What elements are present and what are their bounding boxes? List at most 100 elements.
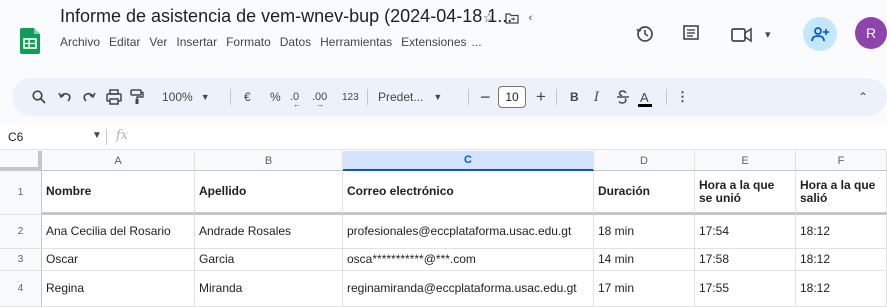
font-family-select[interactable]: Predet... ▼: [378, 78, 442, 116]
select-all-corner[interactable]: [0, 151, 42, 171]
table-cell[interactable]: profesionales@eccplataforma.usac.edu.gt: [343, 215, 594, 249]
table-cell[interactable]: 18:12: [796, 249, 887, 271]
toolbar-divider: [468, 89, 469, 105]
meet-dropdown-icon[interactable]: ▾: [765, 28, 771, 41]
strikethrough-icon[interactable]: [616, 90, 630, 104]
cloud-status-icon[interactable]: ‹: [529, 12, 533, 24]
row-header-2[interactable]: 2: [0, 215, 42, 249]
star-icon[interactable]: ☆: [483, 10, 495, 26]
table-cell[interactable]: osca***********@***.com: [343, 249, 594, 271]
text-color-swatch: [638, 104, 652, 107]
menu-ver[interactable]: Ver: [149, 35, 167, 49]
table-cell[interactable]: Correo electrónico: [343, 171, 594, 215]
increase-decimal-button[interactable]: .00 →: [312, 78, 327, 116]
italic-button[interactable]: I: [594, 78, 599, 116]
table-cell[interactable]: Andrade Rosales: [195, 215, 343, 249]
table-cell[interactable]: Nombre: [42, 171, 195, 215]
sheets-logo-icon[interactable]: [20, 28, 40, 54]
number-format-button[interactable]: 123: [342, 78, 359, 116]
menu-editar[interactable]: Editar: [109, 35, 140, 49]
menu-archivo[interactable]: Archivo: [60, 35, 100, 49]
menu-more[interactable]: ...: [472, 35, 482, 49]
percent-label: %: [270, 90, 281, 104]
increase-font-size-button[interactable]: +: [536, 78, 546, 116]
menu-datos[interactable]: Datos: [280, 35, 311, 49]
undo-icon[interactable]: [58, 90, 72, 104]
row-header-4[interactable]: 4: [0, 271, 42, 307]
toolbar-divider: [230, 89, 231, 105]
formula-bar: C6 ▼ fx: [0, 124, 887, 150]
table-cell[interactable]: 17 min: [594, 271, 695, 307]
menu-insertar[interactable]: Insertar: [176, 35, 217, 49]
table-cell[interactable]: Ana Cecilia del Rosario: [42, 215, 195, 249]
column-header-a[interactable]: A: [42, 151, 195, 171]
decrease-font-size-button[interactable]: −: [480, 78, 491, 116]
chevron-down-icon[interactable]: ▼: [92, 130, 102, 141]
table-cell[interactable]: 18:12: [796, 271, 887, 307]
toolbar: 100% ▼ € % .0 ← .00 → 123 Predet... ▼ − …: [12, 78, 887, 116]
column-header-e[interactable]: E: [695, 151, 796, 171]
paint-format-icon[interactable]: [130, 89, 144, 105]
menu-formato[interactable]: Formato: [226, 35, 271, 49]
history-icon[interactable]: [636, 25, 654, 43]
column-header-d[interactable]: D: [594, 151, 695, 171]
meet-video-icon[interactable]: [731, 27, 755, 43]
text-color-button[interactable]: A: [638, 78, 652, 116]
font-family-value: Predet...: [378, 90, 424, 104]
collapse-menu-icon[interactable]: ⌃: [858, 78, 868, 116]
add-person-icon: [811, 27, 829, 42]
more-options-icon[interactable]: ⋮: [676, 78, 689, 116]
zoom-select[interactable]: 100% ▼: [162, 78, 210, 116]
row-header-1[interactable]: 1: [0, 171, 42, 215]
number-format-label: 123: [342, 91, 359, 103]
avatar[interactable]: R: [855, 17, 887, 49]
table-cell[interactable]: Apellido: [195, 171, 343, 215]
table-cell[interactable]: 17:55: [695, 271, 796, 307]
search-menus-icon[interactable]: [32, 90, 46, 104]
table-cell[interactable]: 17:58: [695, 249, 796, 271]
move-folder-icon[interactable]: [505, 12, 519, 24]
menu-bar: Archivo Editar Ver Insertar Formato Dato…: [60, 35, 482, 49]
arrow-right-icon: →: [316, 100, 324, 109]
spreadsheet-grid: A B C D E F 1 Nombre Apellido Correo ele…: [0, 151, 887, 307]
percent-format-button[interactable]: %: [270, 78, 281, 116]
table-cell[interactable]: Duración: [594, 171, 695, 215]
table-cell[interactable]: 17:54: [695, 215, 796, 249]
arrow-left-icon: ←: [293, 100, 301, 109]
table-cell[interactable]: Oscar: [42, 249, 195, 271]
table-cell[interactable]: Regina: [42, 271, 195, 307]
name-box[interactable]: C6: [8, 130, 23, 144]
bold-label: B: [570, 90, 579, 104]
title-bar: Informe de asistencia de vem-wnev-bup (2…: [0, 0, 887, 64]
redo-icon[interactable]: [82, 90, 96, 104]
print-icon[interactable]: [106, 89, 122, 105]
table-cell[interactable]: 18 min: [594, 215, 695, 249]
chevron-down-icon: ▼: [200, 92, 210, 102]
toolbar-divider: [367, 89, 368, 105]
menu-herramientas[interactable]: Herramientas: [320, 35, 392, 49]
table-cell[interactable]: reginamiranda@eccplataforma.usac.edu.gt: [343, 271, 594, 307]
bold-button[interactable]: B: [570, 78, 579, 116]
menu-extensiones[interactable]: Extensiones: [401, 35, 466, 49]
toolbar-divider: [556, 89, 557, 105]
text-color-label: A: [640, 89, 649, 105]
row-header-3[interactable]: 3: [0, 249, 42, 271]
column-header-b[interactable]: B: [195, 151, 343, 171]
document-title[interactable]: Informe de asistencia de vem-wnev-bup (2…: [60, 6, 512, 27]
currency-label: €: [244, 90, 251, 104]
comments-icon[interactable]: [683, 25, 699, 43]
table-cell[interactable]: Garcia: [195, 249, 343, 271]
share-button[interactable]: [803, 17, 837, 51]
currency-format-button[interactable]: €: [244, 78, 251, 116]
zoom-value: 100%: [162, 90, 193, 104]
table-cell[interactable]: Miranda: [195, 271, 343, 307]
table-cell[interactable]: 14 min: [594, 249, 695, 271]
column-header-f[interactable]: F: [796, 151, 887, 171]
font-size-input[interactable]: 10: [498, 86, 526, 108]
decrease-decimal-button[interactable]: .0 ←: [290, 78, 301, 116]
column-header-c[interactable]: C: [343, 151, 594, 171]
table-cell[interactable]: 18:12: [796, 215, 887, 249]
table-cell[interactable]: Hora a la que salió: [796, 171, 887, 215]
chevron-down-icon: ▼: [433, 92, 443, 102]
table-cell[interactable]: Hora a la que se unió: [695, 171, 796, 215]
